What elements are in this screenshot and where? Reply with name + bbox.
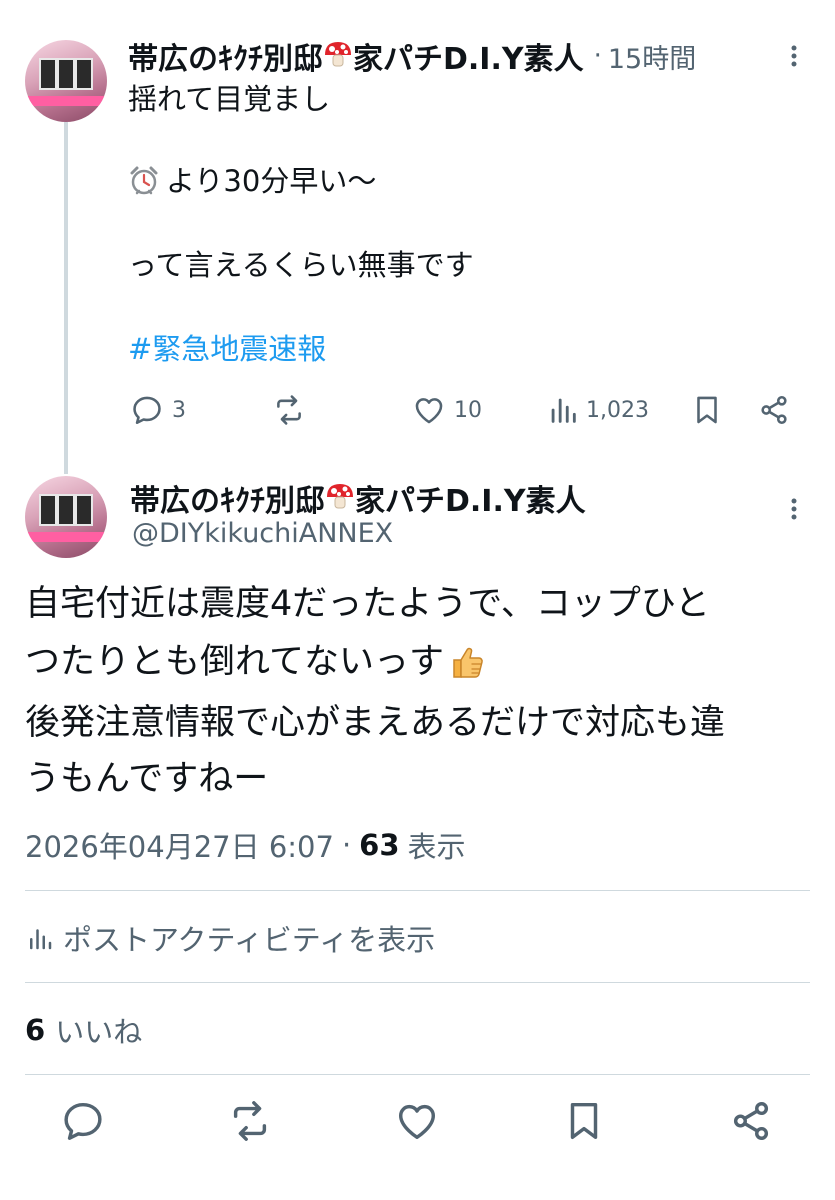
- main-timestamp[interactable]: 2026年04月27日 6:07: [25, 824, 334, 866]
- main-reply-button[interactable]: [60, 1098, 106, 1148]
- reply-text-line1: 揺れて目覚まし: [128, 82, 331, 116]
- share-icon: [761, 395, 787, 425]
- reply-like-count: 10: [454, 397, 482, 423]
- main-view-count: 63: [359, 828, 400, 862]
- retweet-icon: [233, 1101, 267, 1141]
- post-activity-link[interactable]: ポストアクティビティを表示: [25, 916, 435, 960]
- reply-text-line2: より30分早い〜: [166, 164, 377, 198]
- main-text-line1: 自宅付近は震度4だったようで、コップひと: [25, 584, 710, 624]
- alarm-clock-icon: [128, 164, 162, 198]
- main-like-button[interactable]: [394, 1098, 440, 1148]
- analytics-icon: [30, 929, 52, 950]
- divider: [25, 1074, 810, 1075]
- main-handle[interactable]: @DIYkikuchiANNEX: [132, 518, 393, 549]
- reply-time[interactable]: 15時間: [608, 37, 696, 76]
- reply-time-separator: ·: [593, 41, 602, 71]
- mushroom-icon: [325, 481, 355, 515]
- heart-icon: [398, 1104, 436, 1140]
- main-bookmark-button[interactable]: [561, 1098, 607, 1148]
- main-retweet-button[interactable]: [227, 1098, 273, 1148]
- reply-icon: [64, 1102, 102, 1140]
- reply-like-button[interactable]: 10: [412, 393, 482, 427]
- reply-hashtag-link[interactable]: #緊急地震速報: [128, 328, 326, 370]
- divider: [25, 982, 810, 983]
- main-share-button[interactable]: [728, 1098, 774, 1148]
- retweet-icon: [277, 395, 301, 425]
- main-header: 帯広のｷｸﾁ別邸 家パチD.I.Y素人: [130, 476, 586, 520]
- main-author-name-suffix[interactable]: 家パチD.I.Y素人: [355, 476, 586, 520]
- divider: [25, 890, 810, 891]
- reply-text-line3: って言えるくらい無事です: [128, 248, 474, 282]
- thread-connector-line: [64, 122, 68, 474]
- bookmark-icon: [697, 396, 717, 424]
- main-meta-row: 2026年04月27日 6:07 · 63 表示: [25, 825, 466, 865]
- reply-avatar[interactable]: [25, 40, 107, 122]
- main-author-name[interactable]: 帯広のｷｸﾁ別邸: [130, 476, 325, 520]
- reply-retweet-button[interactable]: [272, 393, 314, 427]
- likes-summary-link[interactable]: 6 いいね: [25, 1008, 142, 1052]
- reply-icon: [133, 396, 161, 425]
- reply-more-icon[interactable]: [782, 44, 806, 68]
- reply-author-name[interactable]: 帯広のｷｸﾁ別邸: [128, 34, 323, 78]
- main-view-label: 表示: [407, 830, 466, 864]
- reply-text-line2-row: より30分早い〜: [128, 160, 376, 202]
- mushroom-icon: [323, 39, 353, 73]
- heart-icon: [415, 398, 443, 424]
- bookmark-icon: [570, 1102, 598, 1140]
- reply-header: 帯広のｷｸﾁ別邸 家パチD.I.Y素人 · 15時間: [128, 34, 696, 78]
- reply-author-name-suffix[interactable]: 家パチD.I.Y素人: [353, 34, 584, 78]
- reply-reply-count: 3: [172, 397, 186, 423]
- main-meta-dot: ·: [341, 828, 352, 862]
- main-text-line2-row: つたりとも倒れてないっす: [25, 636, 490, 688]
- main-avatar[interactable]: [25, 476, 107, 558]
- main-text-line2: つたりとも倒れてないっす: [25, 642, 444, 682]
- post-activity-label: ポストアクティビティを表示: [63, 923, 436, 957]
- thumbs-up-icon: [446, 640, 490, 684]
- reply-reply-button[interactable]: 3: [130, 393, 186, 427]
- views-chart-icon: [551, 398, 576, 423]
- reply-share-button[interactable]: [757, 393, 791, 431]
- main-more-icon[interactable]: [782, 497, 806, 521]
- main-text-line4: うもんですねー: [25, 759, 269, 799]
- reply-bookmark-button[interactable]: [690, 393, 724, 431]
- like-label: いいね: [55, 1015, 143, 1049]
- main-text-line3: 後発注意情報で心がまえあるだけで対応も違: [25, 703, 726, 743]
- reply-views-button[interactable]: 1,023: [548, 393, 649, 427]
- share-icon: [733, 1102, 769, 1140]
- reply-view-count: 1,023: [586, 397, 649, 423]
- like-count: 6: [25, 1013, 46, 1047]
